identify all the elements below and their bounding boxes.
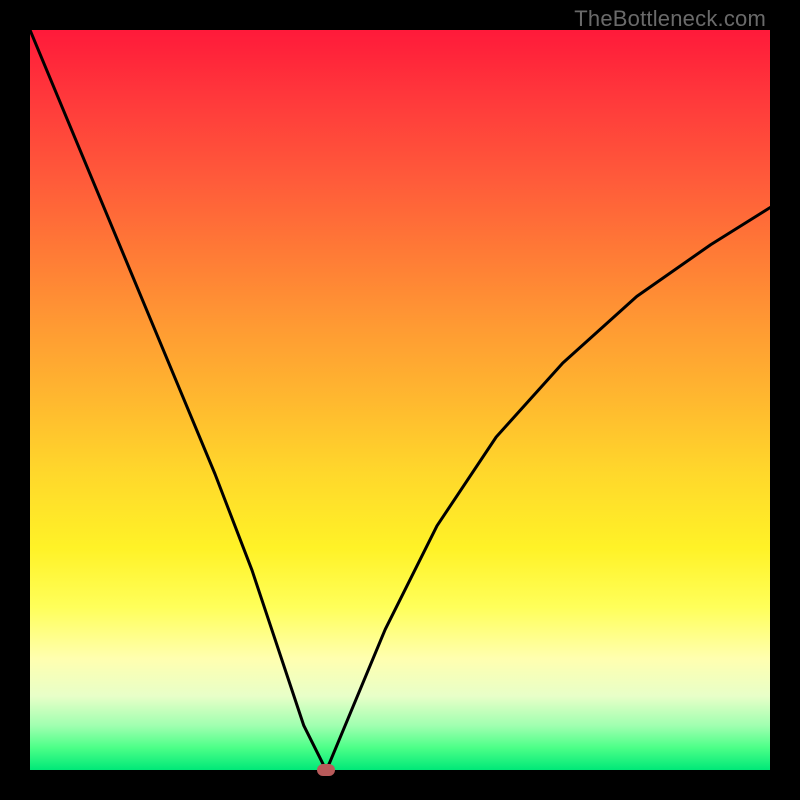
bottleneck-curve <box>30 30 770 770</box>
plot-area <box>30 30 770 770</box>
watermark-text: TheBottleneck.com <box>574 6 766 32</box>
optimum-marker <box>317 764 335 776</box>
chart-frame: TheBottleneck.com <box>0 0 800 800</box>
